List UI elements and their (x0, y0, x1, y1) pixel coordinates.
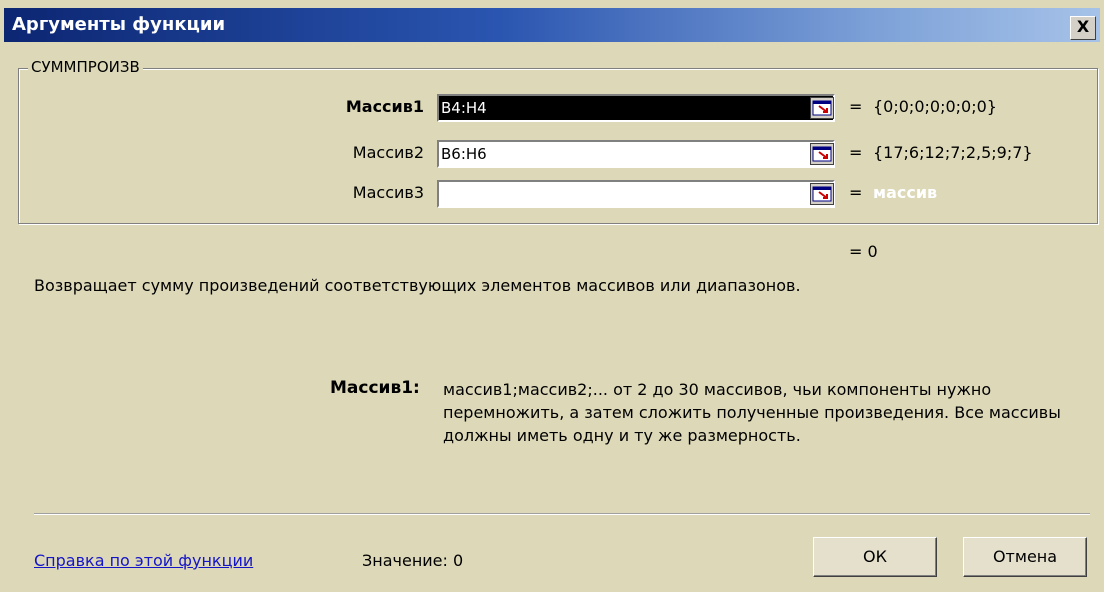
arg2-label: Массив2 (352, 143, 424, 162)
arg1-input[interactable]: B4:H4 (437, 94, 835, 122)
arg1-result: {0;0;0;0;0;0;0} (873, 97, 997, 116)
arg1-equals: = (849, 97, 863, 116)
cancel-button[interactable]: Отмена (963, 537, 1087, 577)
arg3-equals: = (849, 183, 863, 202)
argument-help-text: массив1;массив2;... от 2 до 30 массивов,… (443, 380, 1061, 445)
function-description: Возвращает сумму произведений соответств… (34, 276, 801, 295)
value-label: Значение: 0 (362, 551, 464, 570)
function-name: СУММПРОИЗВ (28, 58, 143, 76)
close-button[interactable]: X (1070, 16, 1096, 40)
function-arguments-dialog: Аргументы функции X СУММПРОИЗВ Массив1 B… (0, 0, 1104, 592)
collapse-dialog-icon[interactable] (810, 183, 834, 205)
divider (34, 513, 1090, 515)
arg2-equals: = (849, 143, 863, 162)
formula-result: = 0 (849, 242, 878, 261)
collapse-dialog-icon[interactable] (810, 143, 834, 165)
arg1-label: Массив1 (345, 97, 424, 116)
arg3-input[interactable] (437, 180, 835, 208)
arg2-input[interactable]: B6:H6 (437, 140, 835, 168)
title-bar[interactable]: Аргументы функции X (4, 8, 1100, 42)
window-title: Аргументы функции (12, 14, 226, 35)
arg3-label: Массив3 (352, 183, 424, 202)
ok-button[interactable]: ОК (813, 537, 937, 577)
collapse-dialog-icon[interactable] (810, 97, 834, 119)
arg2-result: {17;6;12;7;2,5;9;7} (873, 143, 1033, 162)
argument-help-label: Массив1: (330, 378, 420, 398)
help-link[interactable]: Справка по этой функции (34, 551, 253, 570)
arg3-result: массив (873, 183, 938, 202)
